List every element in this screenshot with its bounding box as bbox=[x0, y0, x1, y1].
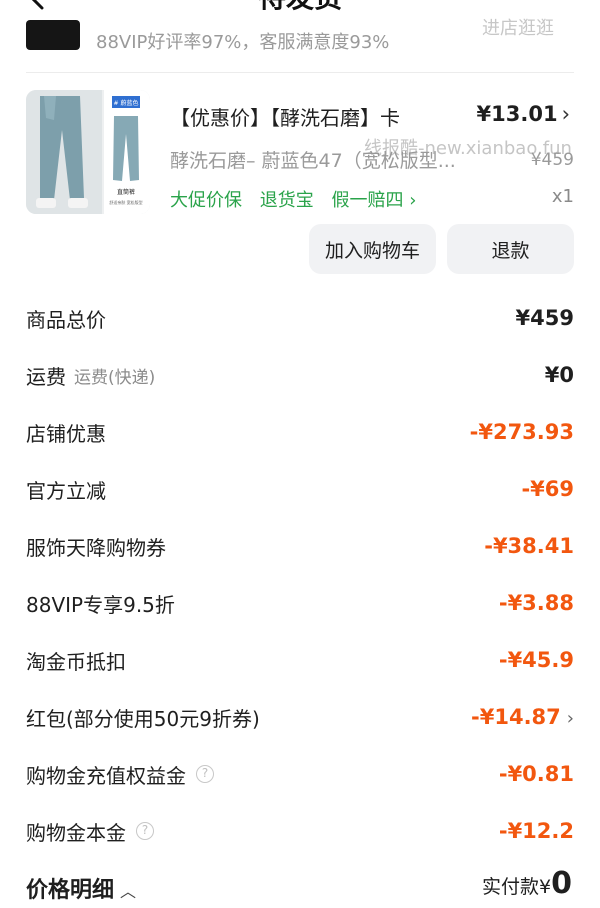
product-price-link[interactable]: ¥13.01 › bbox=[477, 102, 570, 126]
summary-label: 运费 bbox=[26, 364, 66, 389]
price-detail-label: 价格明细 bbox=[26, 878, 115, 903]
paid-value: 0 bbox=[551, 866, 572, 901]
summary-value: -¥0.81 bbox=[498, 762, 574, 786]
summary-value: -¥69 bbox=[521, 477, 574, 501]
summary-value: -¥273.93 bbox=[469, 420, 574, 444]
summary-row-taojinbi: 淘金币抵扣 -¥45.9 bbox=[26, 632, 574, 688]
watermark: 线报酷-new.xianbao.fun bbox=[364, 138, 572, 159]
summary-row-88vip: 88VIP专享9.5折 -¥3.88 bbox=[26, 575, 574, 631]
product-image[interactable]: # 蔚蓝色 直筒裤 舒适亲肤 宽松版型 bbox=[26, 90, 150, 214]
summary-row-shipping: 运费 运费(快递) ¥0 bbox=[26, 347, 574, 403]
summary-label: 服饰天降购物券 bbox=[26, 535, 166, 560]
summary-row-shopping-credit-bonus: 购物金充值权益金? -¥0.81 bbox=[26, 746, 574, 802]
tag-price-protection: 大促价保 bbox=[170, 190, 242, 211]
summary-value: -¥45.9 bbox=[498, 648, 574, 672]
product-price: ¥13.01 bbox=[476, 102, 558, 126]
summary-label: 店铺优惠 bbox=[26, 421, 106, 446]
summary-row-red-packet[interactable]: 红包(部分使用50元9折券) -¥14.87 › bbox=[26, 689, 574, 745]
divider bbox=[26, 72, 574, 73]
summary-label: 购物金充值权益金 bbox=[26, 763, 186, 788]
summary-row-official-reduction: 官方立减 -¥69 bbox=[26, 461, 574, 517]
tag-authentic-guarantee: 假一赔四 › bbox=[331, 190, 417, 211]
add-to-cart-button[interactable]: 加入购物车 bbox=[309, 224, 436, 274]
image-caption-text: 直筒裤 bbox=[117, 188, 135, 196]
summary-value: -¥3.88 bbox=[498, 591, 574, 615]
refund-button[interactable]: 退款 bbox=[447, 224, 574, 274]
image-note-text: 舒适亲肤 宽松版型 bbox=[109, 199, 142, 205]
chevron-right-icon: › bbox=[561, 102, 570, 126]
top-bar: 待发货 bbox=[0, 0, 600, 14]
summary-value: ¥459 bbox=[515, 306, 574, 330]
price-detail-toggle[interactable]: 价格明细 ︿ bbox=[26, 872, 136, 904]
chevron-right-icon: › bbox=[566, 708, 574, 729]
summary-row-apparel-coupon: 服饰天降购物券 -¥38.41 bbox=[26, 518, 574, 574]
summary-value: -¥14.87 bbox=[471, 705, 561, 729]
chevron-up-icon: ︿ bbox=[120, 882, 137, 901]
summary-value: -¥38.41 bbox=[484, 534, 574, 558]
paid-amount: 实付款¥0 bbox=[482, 866, 572, 901]
shipping-method: 运费(快递) bbox=[74, 367, 156, 388]
help-icon[interactable]: ? bbox=[136, 822, 154, 840]
jeans-product-image: # 蔚蓝色 直筒裤 舒适亲肤 宽松版型 bbox=[26, 90, 150, 214]
summary-label: 购物金本金 bbox=[26, 820, 126, 845]
enter-store-link[interactable]: 进店逛逛 bbox=[482, 14, 554, 40]
paid-label: 实付款¥ bbox=[482, 876, 552, 898]
tag-return-insurance: 退货宝 bbox=[259, 190, 314, 211]
summary-value: ¥0 bbox=[544, 363, 574, 387]
image-badge-text: # 蔚蓝色 bbox=[114, 99, 139, 107]
store-rating: 88VIP好评率97%，客服满意度93% bbox=[96, 32, 390, 53]
summary-label: 红包(部分使用50元9折券) bbox=[26, 706, 260, 731]
summary-label: 88VIP专享9.5折 bbox=[26, 592, 175, 617]
service-tags[interactable]: 大促价保 退货宝 假一赔四 › bbox=[170, 186, 428, 212]
summary-label: 官方立减 bbox=[26, 478, 106, 503]
product-quantity: x1 bbox=[551, 186, 574, 207]
summary-row-total: 商品总价 ¥459 bbox=[26, 290, 574, 346]
summary-row-shopping-credit-principal: 购物金本金? -¥12.2 bbox=[26, 803, 574, 859]
help-icon[interactable]: ? bbox=[196, 765, 214, 783]
product-title[interactable]: 【优惠价】【酵洗石磨】卡 bbox=[170, 102, 470, 131]
summary-value: -¥12.2 bbox=[498, 819, 574, 843]
summary-label: 淘金币抵扣 bbox=[26, 649, 126, 674]
summary-row-store-discount: 店铺优惠 -¥273.93 bbox=[26, 404, 574, 460]
page-title: 待发货 bbox=[0, 0, 600, 12]
summary-label: 商品总价 bbox=[26, 307, 106, 332]
store-logo[interactable] bbox=[26, 20, 80, 50]
